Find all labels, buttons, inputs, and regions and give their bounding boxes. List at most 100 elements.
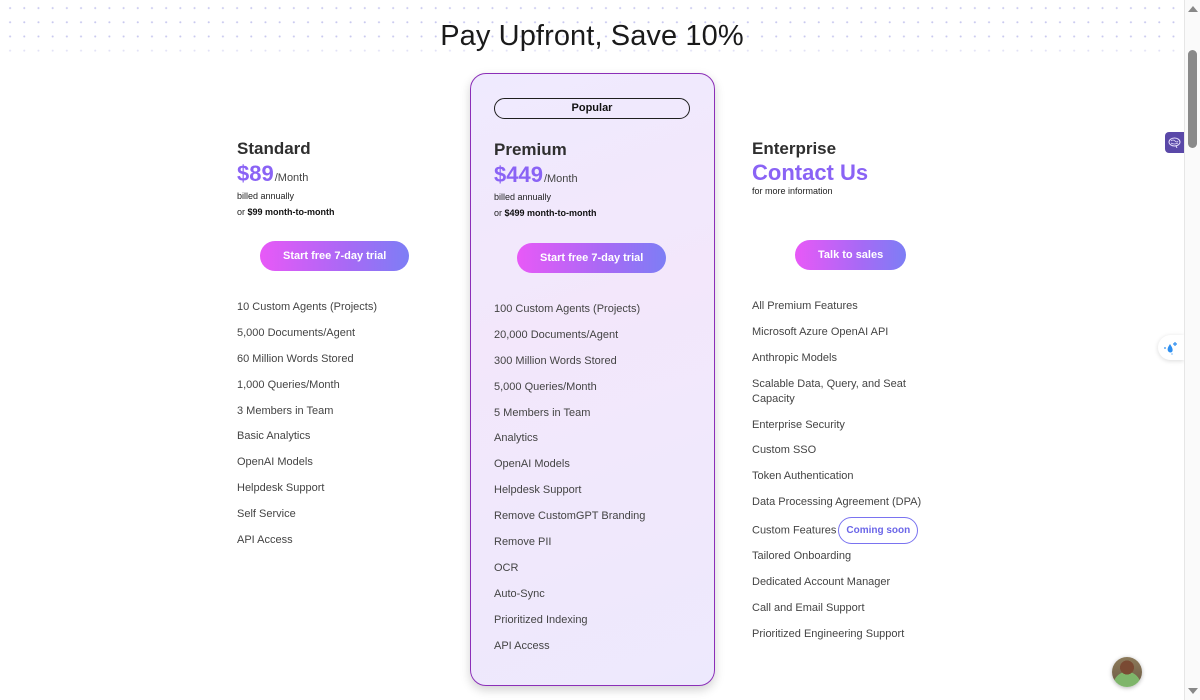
- plan-name: Standard: [237, 139, 311, 158]
- feature-item: API Access: [494, 639, 704, 654]
- feature-text: Custom SSO: [752, 444, 817, 457]
- price-row: $89 /Month: [237, 161, 437, 187]
- price-period: /Month: [543, 173, 578, 185]
- feature-text: Basic Analytics: [237, 430, 311, 443]
- plan-name: Enterprise: [752, 139, 837, 158]
- plan-price: $89: [237, 161, 274, 186]
- talk-to-sales-button[interactable]: Talk to sales: [795, 240, 907, 270]
- page-scrollbar[interactable]: [1184, 0, 1200, 700]
- feature-item: Scalable Data, Query, and Seat Capacity: [752, 377, 927, 407]
- feature-item: Remove PII: [494, 535, 704, 550]
- feature-item: API Access: [237, 533, 447, 548]
- monthly-price-note: or $99 month-to-month: [237, 207, 437, 217]
- monthly-prefix: or: [237, 207, 246, 217]
- feature-text: Data Processing Agreement (DPA): [752, 496, 922, 509]
- scroll-up-arrow-icon[interactable]: [1188, 6, 1198, 12]
- feature-text: 60 Million Words Stored: [237, 352, 354, 365]
- sparkle-drop-icon: [1164, 341, 1177, 355]
- feature-text: Custom Features: [752, 524, 837, 537]
- feature-item: Helpdesk Support: [494, 483, 704, 498]
- feature-item: Analytics: [494, 431, 704, 446]
- feature-text: OCR: [494, 561, 519, 574]
- feature-item: All Premium Features: [752, 299, 927, 314]
- start-trial-button-standard[interactable]: Start free 7-day trial: [260, 241, 410, 271]
- feature-item: 20,000 Documents/Agent: [494, 328, 704, 343]
- feature-text: 100 Custom Agents (Projects): [494, 303, 641, 315]
- brain-widget-button[interactable]: [1165, 132, 1184, 153]
- feature-item: Prioritized Engineering Support: [752, 627, 927, 642]
- coming-soon-badge: Coming soon: [838, 517, 919, 545]
- feature-item: Anthropic Models: [752, 351, 927, 366]
- feature-item: OCR: [494, 561, 704, 576]
- feature-text: OpenAI Models: [494, 458, 570, 471]
- feature-item: Tailored Onboarding: [752, 549, 927, 564]
- feature-text: Auto-Sync: [494, 587, 545, 600]
- plan-price: $449: [494, 162, 543, 187]
- scrollbar-thumb[interactable]: [1188, 50, 1197, 148]
- feature-text: Enterprise Security: [752, 418, 845, 431]
- feature-item: Custom SSO: [752, 443, 927, 458]
- contact-us-heading: Contact Us: [752, 160, 869, 185]
- price-row: $449 /Month: [494, 162, 694, 188]
- feature-text: Token Authentication: [752, 470, 854, 483]
- support-agent-avatar[interactable]: [1112, 657, 1142, 687]
- price-period: /Month: [274, 172, 309, 184]
- feature-text: 1,000 Queries/Month: [237, 378, 340, 391]
- feature-text: Scalable Data, Query, and Seat Capacity: [752, 377, 906, 405]
- monthly-price: $99 month-to-month: [247, 207, 335, 217]
- feature-text: Helpdesk Support: [237, 482, 325, 495]
- feature-text: Analytics: [494, 432, 539, 445]
- feature-text: Microsoft Azure OpenAI API: [752, 325, 889, 338]
- feature-item: OpenAI Models: [494, 457, 704, 472]
- feature-item: Basic Analytics: [237, 429, 447, 444]
- feature-item: Remove CustomGPT Branding: [494, 509, 704, 524]
- feature-item: Dedicated Account Manager: [752, 575, 927, 590]
- standard-feature-list: 10 Custom Agents (Projects) 5,000 Documen…: [237, 300, 447, 559]
- plan-standard: Standard $89 /Month billed annually or $…: [237, 139, 437, 217]
- feature-item: 300 Million Words Stored: [494, 354, 704, 369]
- feature-item: OpenAI Models: [237, 455, 447, 470]
- feature-text: 3 Members in Team: [237, 404, 334, 417]
- feature-text: Helpdesk Support: [494, 484, 582, 497]
- feature-item: Helpdesk Support: [237, 481, 447, 496]
- plan-name: Premium: [494, 140, 567, 159]
- feature-text: Tailored Onboarding: [752, 550, 852, 563]
- feature-text: Prioritized Engineering Support: [752, 627, 905, 640]
- feature-text: OpenAI Models: [237, 456, 313, 469]
- feature-item: Auto-Sync: [494, 587, 704, 602]
- scroll-down-arrow-icon[interactable]: [1188, 688, 1198, 694]
- start-trial-button-premium[interactable]: Start free 7-day trial: [517, 243, 667, 273]
- feature-item: Custom Features Coming soon: [752, 517, 927, 545]
- monthly-price-note: or $499 month-to-month: [494, 208, 694, 218]
- premium-plan-card: Popular Premium $449 /Month billed annua…: [470, 73, 715, 686]
- feature-text: All Premium Features: [752, 300, 858, 312]
- plan-enterprise: Enterprise Contact Us for more informati…: [752, 139, 972, 196]
- plan-premium: Premium $449 /Month billed annually or $…: [494, 140, 694, 218]
- feature-item: Enterprise Security: [752, 418, 927, 433]
- feature-text: Call and Email Support: [752, 601, 865, 614]
- feature-item: Data Processing Agreement (DPA): [752, 495, 927, 510]
- feature-text: 10 Custom Agents (Projects): [237, 301, 378, 313]
- feature-text: 5,000 Documents/Agent: [237, 326, 356, 339]
- feature-text: Remove PII: [494, 536, 552, 549]
- feature-item: Prioritized Indexing: [494, 613, 704, 628]
- feature-item: 100 Custom Agents (Projects): [494, 302, 704, 317]
- feature-text: Self Service: [237, 508, 296, 521]
- feature-text: Remove CustomGPT Branding: [494, 510, 646, 523]
- feature-item: 5 Members in Team: [494, 406, 704, 421]
- feature-text: 5,000 Queries/Month: [494, 380, 597, 393]
- more-info-note: for more information: [752, 186, 833, 197]
- feature-text: API Access: [237, 534, 293, 547]
- feature-item: 1,000 Queries/Month: [237, 378, 447, 393]
- popular-badge: Popular: [494, 98, 690, 119]
- feature-item: Call and Email Support: [752, 601, 927, 616]
- premium-feature-list: 100 Custom Agents (Projects) 20,000 Docum…: [494, 302, 704, 664]
- feature-item: 5,000 Queries/Month: [494, 380, 704, 395]
- feature-item: 60 Million Words Stored: [237, 352, 447, 367]
- feature-item: 5,000 Documents/Agent: [237, 326, 447, 341]
- assistant-widget-button[interactable]: [1158, 335, 1184, 360]
- feature-text: 5 Members in Team: [494, 406, 591, 419]
- feature-text: Anthropic Models: [752, 351, 837, 364]
- feature-text: 300 Million Words Stored: [494, 354, 617, 367]
- feature-text: Prioritized Indexing: [494, 613, 588, 626]
